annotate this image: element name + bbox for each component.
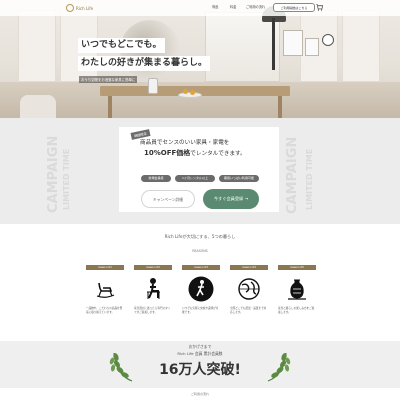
- discount-emphasis: 10%OFF価格: [144, 149, 191, 157]
- feature-card: reason 02 家具選びに迷ったら専門スタッフがご提案します。: [134, 265, 172, 314]
- campaign-side-text: LIMITED TIME: [62, 148, 71, 210]
- vase: [148, 78, 158, 94]
- window: [205, 12, 280, 82]
- feature-label: reason 01: [86, 265, 124, 270]
- globe-icon: [238, 278, 260, 300]
- features-subheading: REASONS: [192, 249, 208, 253]
- register-now-button[interactable]: 今すぐ会員登録 →: [203, 189, 259, 209]
- floor-lamp: [272, 18, 275, 70]
- features-heading: Rich Lifeが大切にする、5つの暮らし: [164, 234, 236, 239]
- fruit: [183, 89, 188, 94]
- campaign-card: 期間限定 商品員でセンスのいい家具・家電を 10%OFF価格でレンタルできます。…: [119, 127, 279, 212]
- feature-description: いつでも気軽に交換や返却が可能です。: [182, 307, 219, 314]
- banner-line-2: Rich Life 会員 累計会員数: [177, 351, 223, 356]
- logo-mark-icon: [66, 4, 74, 12]
- campaign-line-1: 商品員でセンスのいい家具・家電を: [140, 140, 230, 146]
- logo-text: Rich Life: [76, 5, 94, 11]
- person-walking-icon: [188, 276, 214, 302]
- feature-label: reason 02: [134, 265, 172, 270]
- signup-button[interactable]: ご利用開始はこちら: [273, 3, 315, 12]
- condition-pill: 1ヶ月レンタル以上: [175, 175, 215, 182]
- condition-pill: 新規会員様: [141, 175, 171, 182]
- wall-panel: [18, 10, 56, 82]
- hero-section: いつでもどこでも。 わたしの好きが集まる暮らし。 おうち空間をお洒落な家具に簡単…: [0, 0, 400, 118]
- feature-description: 家具と暮らしの楽しみ方をご提案します。: [278, 307, 315, 314]
- chair: [20, 95, 56, 118]
- campaign-details-button[interactable]: キャンペーン詳細: [141, 190, 195, 208]
- banner-line-1: おかげさまで: [188, 344, 212, 349]
- feature-description: 全国どこでも配送・設置まで対応します。: [230, 307, 267, 314]
- hero-headline-1: いつでもどこでも。: [78, 38, 165, 53]
- table-leg: [278, 96, 282, 118]
- feature-label: reason 04: [230, 265, 268, 270]
- feature-card: reason 04 全国どこでも配送・設置まで対応します。: [230, 265, 268, 314]
- table-leg: [108, 96, 112, 118]
- person-sitting-icon: [147, 278, 160, 299]
- nav-link-flow[interactable]: ご利用の流れ: [246, 4, 265, 9]
- campaign-section: CAMPAIGN LIMITED TIME CAMPAIGN LIMITED T…: [0, 118, 400, 224]
- rocking-chair-icon: [92, 276, 118, 302]
- hero-subtext: おうち空間をお洒落な家具に簡単に: [79, 76, 138, 83]
- campaign-line-2-tail: でレンタルできます。: [190, 151, 246, 157]
- feature-description: 家具選びに迷ったら専門スタッフがご提案します。: [134, 307, 171, 314]
- feature-card: reason 01 一品物や、こだわりの商品を豊富に取り揃えています。: [86, 265, 124, 314]
- feature-card: reason 05 家具と暮らしの楽しみ方をご提案します。: [278, 265, 316, 314]
- members-banner: おかげさまで Rich Life 会員 累計会員数 16万人突破!: [0, 341, 400, 388]
- picture-frame: [283, 30, 303, 56]
- nav-link-pricing[interactable]: 料金: [230, 4, 236, 9]
- campaign-side-text: CAMPAIGN: [46, 135, 61, 213]
- wall-clock-icon: [322, 34, 334, 46]
- campaign-line-2: 10%OFF価格でレンタルできます。: [144, 148, 246, 158]
- picture-frame: [305, 38, 319, 56]
- campaign-side-text: CAMPAIGN: [285, 136, 300, 214]
- vase-icon: [288, 279, 306, 300]
- site-header: Rich Life 商品 料金 ご利用の流れ ご利用開始はこちら: [0, 0, 400, 16]
- logo[interactable]: Rich Life: [66, 3, 108, 13]
- wall-panel: [342, 10, 380, 82]
- member-count: 16万人突破!: [159, 362, 241, 378]
- hero-headline-2: わたしの好きが集まる暮らし。: [78, 56, 211, 71]
- next-section-heading: ご利用の流れ: [190, 392, 209, 396]
- fruit: [190, 90, 195, 95]
- feature-label: reason 05: [278, 265, 316, 270]
- nav-link-products[interactable]: 商品: [212, 4, 218, 9]
- feature-description: 一品物や、こだわりの商品を豊富に取り揃えています。: [86, 307, 123, 314]
- feature-card: reason 03 いつでも気軽に交換や返却が可能です。: [182, 265, 220, 314]
- cart-icon[interactable]: [316, 4, 323, 11]
- campaign-side-text: LIMITED TIME: [305, 148, 314, 210]
- feature-label: reason 03: [182, 265, 220, 270]
- condition-pill: 期間いっぱい利用可能: [219, 175, 259, 182]
